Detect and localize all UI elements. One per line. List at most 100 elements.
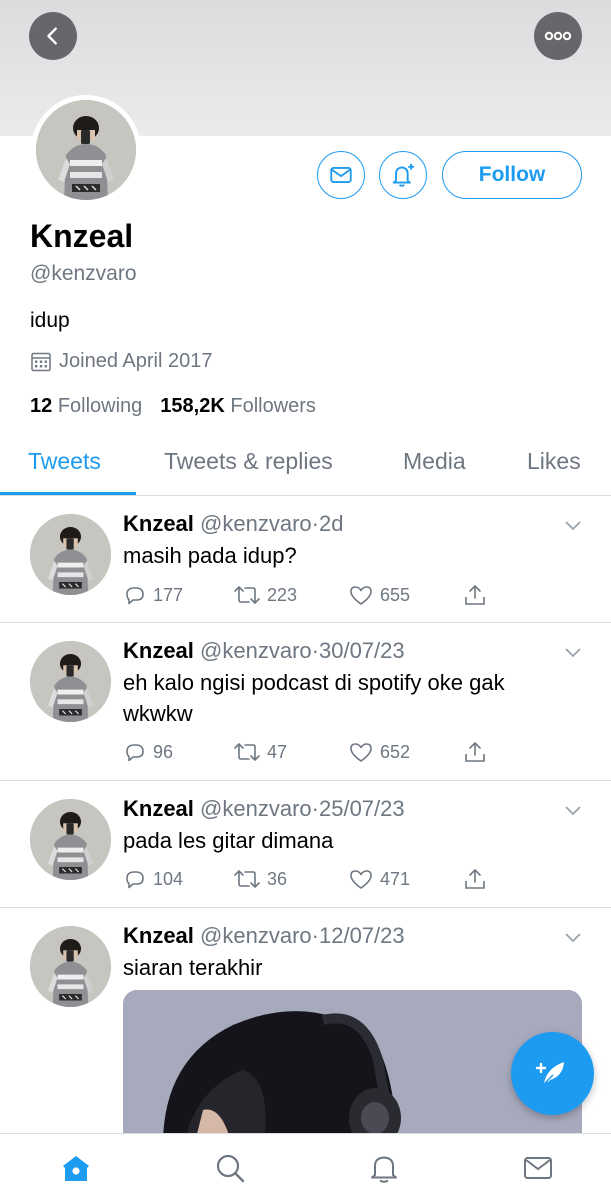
retweet-icon [234,743,260,761]
tweet-avatar[interactable] [30,799,111,880]
share-icon [465,868,485,889]
retweet-button[interactable]: 47 [233,740,287,764]
reply-icon [126,744,144,762]
tweet-separator: · [311,796,319,821]
mail-icon [330,167,352,183]
more-horizontal-icon [544,31,572,41]
reply-count: 96 [153,741,174,762]
message-button[interactable] [317,151,365,199]
share-button[interactable] [463,867,487,891]
compose-feather-icon [535,1061,564,1087]
tab-tweets[interactable]: Tweets [28,448,101,475]
tweet-text: eh kalo ngisi podcast di spotify oke gak… [123,670,505,726]
retweet-count: 47 [267,741,288,762]
tweet[interactable]: Knzeal @kenzvaro·2d masih pada idup? 177… [0,496,611,623]
following-link[interactable]: 12 Following [30,395,142,418]
share-icon [465,741,485,762]
chevron-down-icon[interactable] [563,518,583,532]
tweet-header: Knzeal @kenzvaro·2d [123,511,343,537]
avatar-image [36,100,136,200]
reply-count: 104 [153,868,184,889]
tweet-text: siaran terakhir [123,955,263,980]
tweet-author-handle: @kenzvaro [200,511,312,536]
calendar-icon [31,352,51,371]
tweet-time: 30/07/23 [318,638,405,663]
mail-icon [524,1157,552,1179]
joined-date: Joined April 2017 [30,350,212,373]
following-label: Following [57,395,143,417]
chevron-left-icon [47,27,57,45]
tweet-header: Knzeal @kenzvaro·12/07/23 [123,923,405,949]
tweet-actions: 104 36 471 [123,867,503,893]
nav-messages[interactable] [521,1151,555,1185]
heart-icon [350,586,372,605]
tweet-text: masih pada idup? [123,543,297,568]
back-button[interactable] [29,12,77,60]
tweet-separator: · [311,923,319,948]
reply-button[interactable]: 177 [123,583,183,607]
profile-avatar[interactable] [31,95,141,205]
notifications-button[interactable] [379,151,427,199]
bottom-navigation [0,1133,611,1200]
reply-button[interactable]: 104 [123,867,183,891]
tweet-separator: · [311,638,319,663]
profile-bio: idup [30,309,70,332]
tweet-author-handle: @kenzvaro [200,638,312,663]
like-button[interactable]: 655 [348,583,410,607]
retweet-icon [234,870,260,888]
tweet-avatar[interactable] [30,926,111,1007]
tweet-time: 25/07/23 [318,796,405,821]
like-count: 655 [380,584,411,605]
tweet-avatar[interactable] [30,514,111,595]
like-button[interactable]: 652 [348,740,410,764]
reply-icon [126,871,144,889]
tweet-header: Knzeal @kenzvaro·30/07/23 [123,638,405,664]
tweet-separator: · [311,511,319,536]
tweet-time: 12/07/23 [318,923,405,948]
followers-count: 158,2K [160,395,225,417]
home-icon [63,1156,89,1181]
following-count: 12 [30,395,53,417]
chevron-down-icon[interactable] [563,803,583,817]
retweet-button[interactable]: 36 [233,867,287,891]
chevron-down-icon[interactable] [563,930,583,944]
share-button[interactable] [463,740,487,764]
retweet-icon [234,586,260,604]
retweet-count: 36 [267,868,288,889]
reply-icon [126,587,144,605]
chevron-down-icon[interactable] [563,645,583,659]
tweet-avatar[interactable] [30,641,111,722]
reply-button[interactable]: 96 [123,740,173,764]
profile-tabs: Tweets Tweets & replies Media Likes [0,440,611,496]
nav-search[interactable] [213,1151,247,1185]
joined-text: Joined April 2017 [59,350,213,372]
compose-tweet-button[interactable] [511,1032,594,1115]
more-options-button[interactable] [534,12,582,60]
tab-media[interactable]: Media [403,448,466,475]
tweet-author-name: Knzeal [123,638,194,663]
tweet[interactable]: Knzeal @kenzvaro·25/07/23 pada les gitar… [0,781,611,908]
heart-icon [350,743,372,762]
followers-link[interactable]: 158,2K Followers [160,395,316,418]
tweet-author-handle: @kenzvaro [200,923,312,948]
like-count: 471 [380,868,411,889]
like-button[interactable]: 471 [348,867,410,891]
nav-notifications[interactable] [367,1151,401,1185]
search-icon [216,1154,245,1183]
reply-count: 177 [153,584,184,605]
tweet-header: Knzeal @kenzvaro·25/07/23 [123,796,405,822]
share-icon [465,584,485,605]
tweet[interactable]: Knzeal @kenzvaro·30/07/23 eh kalo ngisi … [0,623,611,781]
tweet-author-handle: @kenzvaro [200,796,312,821]
tweet-author-name: Knzeal [123,923,194,948]
nav-home[interactable] [59,1151,93,1185]
tab-tweets-replies[interactable]: Tweets & replies [164,448,333,475]
share-button[interactable] [463,583,487,607]
profile-handle: @kenzvaro [30,262,137,285]
follow-button[interactable]: Follow [442,151,582,199]
active-tab-indicator [0,492,136,495]
retweet-count: 223 [267,584,298,605]
tweet-time: 2d [318,511,344,536]
retweet-button[interactable]: 223 [233,583,297,607]
tab-likes[interactable]: Likes [527,448,581,475]
